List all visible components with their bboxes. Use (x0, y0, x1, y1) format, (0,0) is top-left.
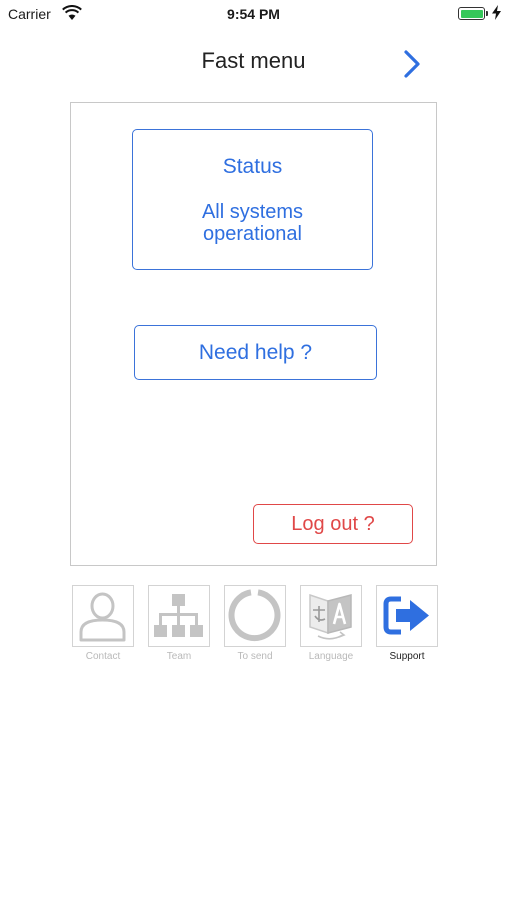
org-chart-icon (154, 594, 203, 637)
tab-to-send[interactable]: To send (224, 585, 286, 665)
person-icon (79, 592, 126, 642)
status-bar: Carrier 9:54 PM (0, 0, 507, 28)
tab-label: To send (237, 651, 273, 662)
page-title: Fast menu (201, 48, 306, 73)
tab-support[interactable]: Support (376, 585, 438, 665)
translate-icon (309, 593, 352, 640)
loading-ring-icon (228, 589, 281, 642)
tab-label: Language (308, 651, 354, 662)
tab-team[interactable]: Team (148, 585, 210, 665)
fast-menu-card: Status All systems operational Need help… (70, 102, 437, 566)
tab-label: Contact (85, 651, 121, 662)
charging-bolt-icon (492, 5, 501, 20)
status-title: Status (222, 155, 283, 178)
status-text: All systems operational (201, 201, 304, 245)
log-out-button[interactable]: Log out ? (253, 504, 413, 544)
status-panel: Status All systems operational (132, 129, 373, 270)
chevron-right-icon[interactable] (400, 48, 424, 80)
need-help-button[interactable]: Need help ? (134, 325, 377, 380)
battery-icon (458, 7, 488, 20)
tab-language[interactable]: Language (300, 585, 362, 665)
tab-label: Support (389, 651, 425, 662)
clock: 9:54 PM (227, 6, 280, 22)
tab-label: Team (166, 651, 192, 662)
exit-arrow-icon (383, 596, 429, 635)
tab-contact[interactable]: Contact (72, 585, 134, 665)
